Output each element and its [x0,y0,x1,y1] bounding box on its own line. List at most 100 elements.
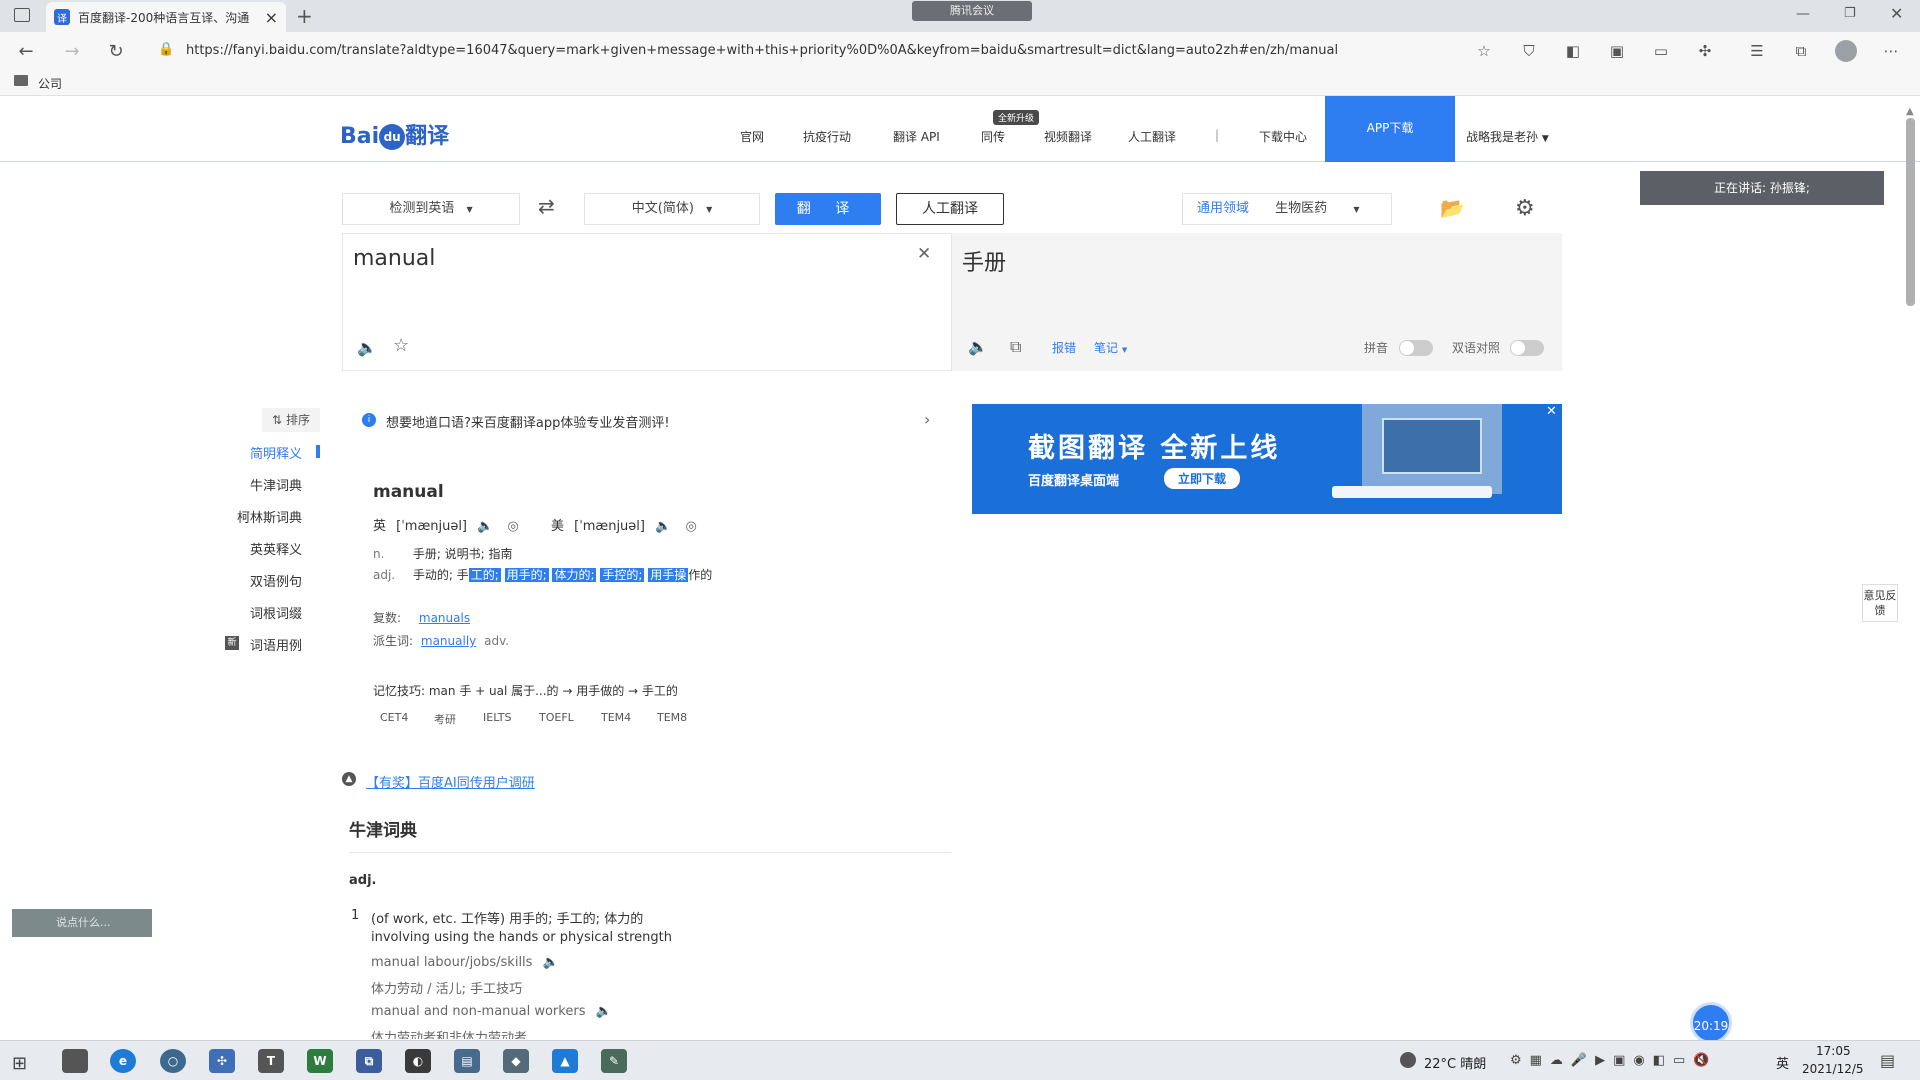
collections-icon[interactable]: ⧉ [1790,40,1812,62]
plural-link[interactable]: manuals [419,611,470,625]
banner-close-icon[interactable]: ✕ [1546,404,1557,419]
adj-pos: adj. [373,568,396,582]
profile-avatar[interactable] [1835,40,1857,62]
copy-icon[interactable]: ⧉ [1010,337,1021,357]
sidebar-item-brief[interactable]: 简明释义 [212,443,302,462]
wechat-icon[interactable]: ◐ [405,1049,431,1073]
tray-icons[interactable]: ⚙▦☁🎤▶▣◉◧▭🔇 [1510,1053,1718,1068]
target-language-select[interactable]: 中文(简体) ▼ [584,193,760,225]
start-icon[interactable]: ⊞ [12,1053,27,1074]
chevron-right-icon[interactable]: › [924,410,930,429]
example-speaker-icon[interactable]: 🔈 [543,955,559,970]
browser-tab[interactable]: 译 百度翻译-200种语言互译、沟通 × [46,2,286,32]
typora-icon[interactable]: T [258,1049,284,1073]
us-practice-icon[interactable]: ◎ [685,519,696,534]
reload-icon[interactable]: ↻ [104,40,128,64]
ime-indicator[interactable]: 英 [1776,1053,1789,1072]
nav-simultaneous[interactable]: 同传 [981,128,1005,145]
new-tab-button[interactable]: + [296,4,313,28]
meeting-timer[interactable]: 20:19 [1690,1002,1732,1044]
favorites-folder-icon[interactable]: 📂 [1440,196,1465,220]
scrollbar-up-arrow[interactable]: ▲ [1906,106,1914,117]
source-text[interactable]: manual [353,246,435,271]
sort-button[interactable]: ⇅ 排序 [262,408,320,432]
tab-close-icon[interactable]: × [265,8,278,27]
sidebar-item-bilingual[interactable]: 双语例句 [212,571,302,590]
human-translate-button[interactable]: 人工翻译 [896,193,1004,225]
sidebar-item-collins[interactable]: 柯林斯词典 [212,507,302,526]
bird-app-icon[interactable]: ◆ [503,1049,529,1073]
pinyin-toggle[interactable] [1399,340,1433,356]
bookmark-folder-label[interactable]: 公司 [38,75,62,92]
bilingual-toggle[interactable] [1510,340,1544,356]
domain-select[interactable]: 通用领域 生物医药 ▼ [1182,193,1392,225]
sidebar-item-en-en[interactable]: 英英释义 [212,539,302,558]
nav-human-translate[interactable]: 人工翻译 [1128,128,1176,145]
clear-input-icon[interactable]: ✕ [917,244,931,264]
page-scrollbar-thumb[interactable] [1906,118,1915,306]
back-icon[interactable]: ← [14,40,38,64]
domain-bio-label[interactable]: 生物医药 [1275,201,1327,216]
sidebar-item-roots[interactable]: 词根词缀 [212,603,302,622]
report-error-link[interactable]: 报错 [1052,339,1076,356]
url-field[interactable]: https://fanyi.baidu.com/translate?aldtyp… [150,38,1450,64]
window-app-icon[interactable]: ⧉ [356,1049,382,1073]
explorer-icon[interactable]: ▤ [454,1049,480,1073]
app-icon[interactable]: ✣ [209,1049,235,1073]
puzzle-extension-icon[interactable]: ✣ [1694,40,1716,62]
source-language-select[interactable]: 检测到英语 ▼ [342,193,520,225]
left-chat-widget[interactable]: 说点什么... [12,909,152,937]
banner-download-button[interactable]: 立即下载 [1164,468,1241,489]
more-menu-icon[interactable]: ⋯ [1880,40,1902,62]
search-app-icon[interactable]: ○ [160,1049,186,1073]
task-view-icon[interactable] [62,1049,88,1073]
extension-icon[interactable]: ◧ [1562,40,1584,62]
notes-link[interactable]: 笔记 ▼ [1094,339,1127,356]
baidu-translate-logo[interactable]: Bai du 翻译 [340,118,449,150]
close-window-button[interactable]: ✕ [1890,4,1903,23]
source-text-area[interactable]: manual ✕ 🔈 ☆ [342,233,952,371]
uk-speaker-icon[interactable]: 🔈 [477,519,493,534]
domain-general-label[interactable]: 通用领域 [1197,201,1249,216]
window-menu-icon[interactable] [14,8,30,22]
forward-icon[interactable]: → [60,40,84,64]
derivative-link[interactable]: manually [421,634,476,648]
edge-icon[interactable]: e [110,1049,136,1073]
us-speaker-icon[interactable]: 🔈 [655,519,671,534]
speaker-icon[interactable]: 🔈 [357,338,377,357]
translate-button[interactable]: 翻 译 [775,193,881,225]
screen-extension-icon[interactable]: ▭ [1650,40,1672,62]
meeting-indicator[interactable]: 腾讯会议 [912,1,1032,21]
survey-link[interactable]: 【有奖】百度AI同传用户调研 [366,772,535,791]
nav-download-center[interactable]: 下载中心 [1259,128,1307,145]
clock-time[interactable]: 17:05 [1816,1044,1851,1058]
nav-anti-epidemic[interactable]: 抗疫行动 [803,128,851,145]
swap-languages-icon[interactable]: ⇄ [538,194,555,218]
favorite-star-icon[interactable]: ☆ [393,335,409,356]
restore-button[interactable]: ❐ [1844,6,1856,21]
nav-translate-api[interactable]: 翻译 API [893,128,940,145]
app-download-button[interactable]: APP下载 [1325,96,1455,162]
uk-practice-icon[interactable]: ◎ [507,519,518,534]
nav-video-translate[interactable]: 视频翻译 [1044,128,1092,145]
speaker-icon[interactable]: 🔈 [968,337,988,356]
feedback-button[interactable]: 意见反馈 [1862,584,1898,622]
minimize-button[interactable]: — [1796,6,1810,22]
screenshot-translate-banner[interactable]: 截图翻译 全新上线 百度翻译桌面端 立即下载 ✕ [972,404,1562,514]
add-favorite-icon[interactable]: ☆ [1473,40,1495,62]
nav-official-site[interactable]: 官网 [740,128,764,145]
favorites-list-icon[interactable]: ☰ [1746,40,1768,62]
sidebar-item-oxford[interactable]: 牛津词典 [212,475,302,494]
settings-gear-icon[interactable]: ⚙ [1515,196,1535,221]
photos-app-icon[interactable]: ▲ [552,1049,578,1073]
notification-icon[interactable]: ▤ [1880,1051,1895,1070]
weather-text[interactable]: 22°C 晴朗 [1424,1053,1486,1072]
example-speaker-icon[interactable]: 🔈 [596,1004,612,1019]
promo-line[interactable]: 想要地道口语?来百度翻译app体验专业发音测评! [386,412,670,431]
chat-app-icon[interactable]: ✎ [601,1049,627,1073]
user-menu[interactable]: 战略我是老孙 ▼ [1466,128,1549,145]
clock-date[interactable]: 2021/12/5 [1802,1062,1864,1076]
wps-icon[interactable]: W [307,1049,333,1073]
shield-extension-icon[interactable]: ⛉ [1518,40,1540,62]
clipboard-extension-icon[interactable]: ▣ [1606,40,1628,62]
